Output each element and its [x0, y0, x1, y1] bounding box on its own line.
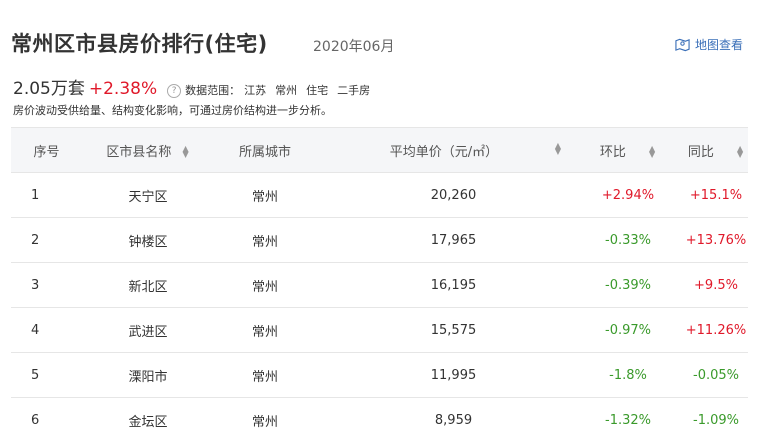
page-title: 常州区市县房价排行(住宅): [11, 32, 268, 56]
report-date: 2020年06月: [313, 39, 395, 55]
map-view-link[interactable]: 地图查看: [675, 36, 743, 53]
title-row: 常州区市县房价排行(住宅) 2020年06月 地图查看: [11, 28, 751, 62]
table-row[interactable]: 1 天宁区 常州 20,260 +2.94% +15.1%: [11, 172, 748, 218]
price-cell: 17,965: [430, 232, 477, 248]
note-text: 房价波动受供给量、结构变化影响，可通过房价结构进一步分析。: [13, 104, 332, 117]
city-cell: 常州: [251, 369, 278, 385]
scope-type: 住宅: [306, 84, 329, 97]
price-cell: 8,959: [434, 412, 473, 428]
rank-cell: 3: [31, 277, 40, 293]
col-district[interactable]: 区市县名称 ▲ ▼: [82, 128, 214, 173]
data-scope: 数据范围： 江苏 常州 住宅 二手房: [185, 82, 379, 98]
col-price[interactable]: 平均单价（元/㎡） ▲ ▼: [316, 128, 572, 173]
map-icon: [675, 38, 690, 52]
mom-cell: -1.32%: [605, 412, 651, 428]
scope-province: 江苏: [244, 84, 267, 97]
rank-cell: 1: [31, 187, 40, 203]
rank-cell: 2: [31, 232, 40, 248]
district-cell: 新北区: [128, 279, 168, 295]
mom-cell: -0.39%: [605, 277, 651, 293]
district-cell: 金坛区: [128, 414, 168, 430]
scope-label: 数据范围：: [185, 84, 241, 97]
mom-cell: -0.97%: [605, 322, 651, 338]
yoy-cell: +9.5%: [694, 277, 738, 293]
district-cell: 溧阳市: [128, 369, 168, 385]
scope-market: 二手房: [337, 84, 371, 97]
mom-cell: +2.94%: [601, 187, 655, 203]
table-row[interactable]: 2 钟楼区 常州 17,965 -0.33% +13.76%: [11, 217, 748, 263]
price-cell: 11,995: [430, 367, 477, 383]
yoy-cell: -0.05%: [693, 367, 739, 383]
table-row[interactable]: 6 金坛区 常州 8,959 -1.32% -1.09%: [11, 397, 748, 443]
city-cell: 常州: [251, 234, 278, 250]
table-header-row: 序号 区市县名称 ▲ ▼ 所属城市 平均单价（元/㎡） ▲ ▼ 环比 ▲ ▼ 同比 ▲…: [11, 127, 748, 173]
col-price-label: 平均单价（元/㎡）: [389, 144, 499, 160]
mom-cell: -1.8%: [609, 367, 647, 383]
sort-icon[interactable]: ▲ ▼: [648, 145, 656, 159]
rank-cell: 5: [31, 367, 40, 383]
city-cell: 常州: [251, 414, 278, 430]
yoy-cell: -1.09%: [693, 412, 739, 428]
scope-city: 常州: [275, 84, 298, 97]
table-row[interactable]: 3 新北区 常州 16,195 -0.39% +9.5%: [11, 262, 748, 308]
rank-cell: 4: [31, 322, 40, 338]
table-row[interactable]: 4 武进区 常州 15,575 -0.97% +11.26%: [11, 307, 748, 353]
sort-icon[interactable]: ▲ ▼: [182, 145, 190, 159]
help-icon[interactable]: ?: [167, 84, 182, 98]
price-cell: 20,260: [430, 187, 477, 203]
price-cell: 15,575: [430, 322, 477, 338]
price-cell: 16,195: [430, 277, 477, 293]
city-cell: 常州: [251, 189, 278, 205]
col-mom[interactable]: 环比 ▲ ▼: [572, 128, 684, 173]
district-cell: 武进区: [128, 324, 168, 340]
table-row[interactable]: 5 溧阳市 常州 11,995 -1.8% -0.05%: [11, 352, 748, 398]
yoy-cell: +15.1%: [689, 187, 743, 203]
col-district-label: 区市县名称: [106, 144, 172, 160]
mom-cell: -0.33%: [605, 232, 651, 248]
yoy-cell: +13.76%: [685, 232, 747, 248]
yoy-cell: +11.26%: [685, 322, 747, 338]
listing-count: 2.05万套: [13, 79, 85, 99]
map-view-label: 地图查看: [694, 38, 743, 52]
col-yoy[interactable]: 同比 ▲ ▼: [684, 128, 748, 173]
city-cell: 常州: [251, 324, 278, 340]
district-cell: 天宁区: [128, 189, 168, 205]
rank-cell: 6: [31, 412, 40, 428]
district-price-table: 序号 区市县名称 ▲ ▼ 所属城市 平均单价（元/㎡） ▲ ▼ 环比 ▲ ▼ 同比 ▲…: [11, 127, 748, 443]
overall-change: +2.38%: [88, 79, 158, 99]
district-cell: 钟楼区: [128, 234, 168, 250]
city-cell: 常州: [251, 279, 278, 295]
col-yoy-label: 同比: [687, 144, 714, 160]
sort-icon[interactable]: ▲ ▼: [554, 142, 562, 156]
col-mom-label: 环比: [599, 144, 626, 160]
sort-icon[interactable]: ▲ ▼: [736, 145, 744, 159]
col-city: 所属城市: [238, 144, 291, 160]
summary-stats: 2.05万套 +2.38% ? 数据范围： 江苏 常州 住宅 二手房: [13, 74, 379, 99]
col-rank: 序号: [33, 144, 60, 160]
